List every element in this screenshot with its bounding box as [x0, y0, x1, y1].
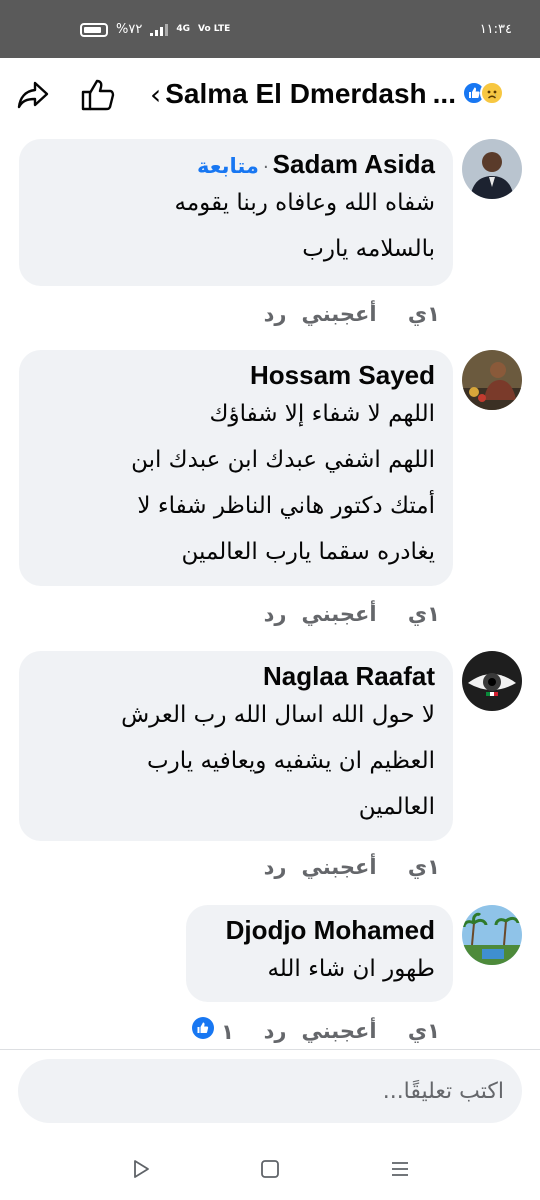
title-ellipsis: ... [432, 78, 456, 109]
like-count-value: ١ [221, 1020, 234, 1044]
comment-time[interactable]: ١ي [380, 1019, 440, 1043]
share-icon[interactable] [16, 80, 50, 110]
system-nav-bar [0, 1136, 540, 1200]
reply-button[interactable]: رد [252, 1019, 298, 1043]
status-bar: %٧٢ 4G Vo LTE ١١:٣٤ [0, 0, 540, 58]
divider [0, 1049, 540, 1050]
avatar[interactable] [462, 139, 522, 199]
comment-author[interactable]: Naglaa Raafat [263, 661, 435, 691]
back-nav-icon[interactable] [126, 1154, 156, 1184]
sad-reaction-icon [480, 81, 504, 105]
reply-button[interactable]: رد [252, 302, 298, 326]
comment-author[interactable]: Hossam Sayed [250, 360, 435, 390]
home-nav-icon[interactable] [255, 1154, 285, 1184]
avatar[interactable] [462, 350, 522, 410]
volte-indicator: Vo LTE [197, 24, 231, 34]
comment-text-line: العظيم ان يشفيه ويعافيه يارب [146, 748, 435, 774]
like-button[interactable]: أعجبني [298, 302, 380, 326]
clock: ١١:٣٤ [479, 22, 512, 37]
comment-actions: ١ي أعجبني رد [252, 302, 440, 326]
battery-percent: %٧٢ [116, 22, 143, 37]
battery-icon [80, 22, 108, 37]
comment-bubble[interactable]: Hossam Sayed اللهم لا شفاء إلا شفاؤك الل… [19, 350, 453, 586]
thumbs-up-icon[interactable] [80, 78, 116, 112]
signal-icon [150, 23, 169, 36]
comment-text-line: بالسلامه يارب [302, 236, 435, 262]
comment-bubble[interactable]: Naglaa Raafat لا حول الله اسال الله رب ا… [19, 651, 453, 841]
page-title: Salma El Dmerdash [165, 78, 427, 109]
comment-header: Naglaa Raafat [37, 661, 435, 692]
comment-text-line: أمتك دكتور هاني الناظر شفاء لا [137, 493, 435, 519]
comment-text-line: العالمين [358, 794, 435, 820]
comment-actions: ١ي أعجبني رد ١ [191, 1017, 440, 1044]
comment-time[interactable]: ١ي [380, 855, 440, 879]
comment-text-line: اللهم اشفي عبدك ابن عبدك ابن [131, 447, 435, 473]
header-title-row[interactable]: ‹ Salma El Dmerdash ... [150, 74, 530, 114]
avatar[interactable] [462, 905, 522, 965]
like-button[interactable]: أعجبني [298, 855, 380, 879]
comment-text-line: شفاه الله وعافاه ربنا يقومه [174, 190, 435, 216]
reply-button[interactable]: رد [252, 602, 298, 626]
comment-input[interactable]: اكتب تعليقًا... [18, 1059, 522, 1123]
like-reaction-icon [191, 1017, 214, 1039]
reply-button[interactable]: رد [252, 855, 298, 879]
comment-input-placeholder: اكتب تعليقًا... [382, 1078, 504, 1104]
reaction-summary[interactable] [462, 81, 508, 107]
comment-text-line: اللهم لا شفاء إلا شفاؤك [209, 401, 436, 427]
like-button[interactable]: أعجبني [298, 602, 380, 626]
comment-header: متابعة · Sadam Asida [37, 149, 435, 180]
network-type: 4G [176, 24, 190, 34]
separator-dot: · [262, 157, 269, 178]
comment-actions: ١ي أعجبني رد [252, 602, 440, 626]
avatar[interactable] [462, 651, 522, 711]
status-indicators: %٧٢ 4G Vo LTE [80, 22, 230, 37]
comment-text-line: يغادره سقما يارب العالمين [181, 539, 435, 565]
menu-nav-icon[interactable] [385, 1154, 415, 1184]
comment-author[interactable]: Sadam Asida [273, 149, 435, 179]
post-header: ‹ Salma El Dmerdash ... [0, 58, 540, 132]
comment-text-line: طهور ان شاء الله [267, 956, 435, 982]
comment-time[interactable]: ١ي [380, 302, 440, 326]
comment-bubble[interactable]: متابعة · Sadam Asida شفاه الله وعافاه ربنا… [19, 139, 453, 286]
comment-time[interactable]: ١ي [380, 602, 440, 626]
comment-actions: ١ي أعجبني رد [252, 855, 440, 879]
comment-header: Hossam Sayed [37, 360, 435, 391]
like-button[interactable]: أعجبني [298, 1019, 380, 1043]
like-count[interactable]: ١ [191, 1017, 234, 1044]
comment-bubble[interactable]: Djodjo Mohamed طهور ان شاء الله [186, 905, 453, 1002]
comment-author[interactable]: Djodjo Mohamed [226, 915, 435, 945]
chevron-left-icon[interactable]: ‹ [150, 78, 161, 111]
comment-text-line: لا حول الله اسال الله رب العرش [121, 702, 435, 728]
follow-button[interactable]: متابعة [197, 154, 259, 178]
comment-header: Djodjo Mohamed [204, 915, 435, 946]
